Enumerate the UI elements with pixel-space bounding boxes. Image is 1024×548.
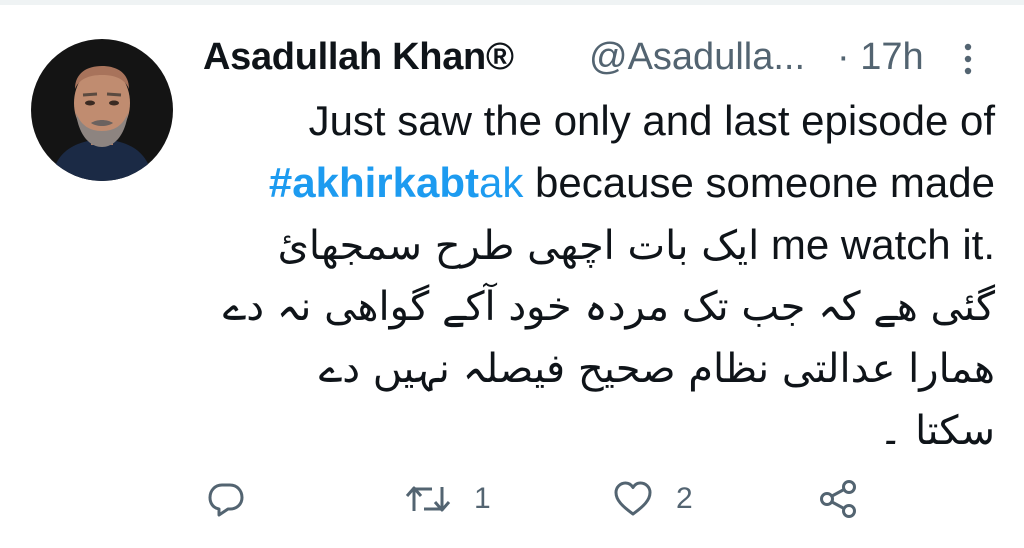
tweet-line-2: #akhirkabtak because someone made <box>268 159 995 206</box>
tweet-line-6: سکتا ۔ <box>878 408 995 454</box>
author-handle[interactable]: @Asadulla... <box>589 36 805 79</box>
tweet-line-3: ایک بات اچھی طرح سمجھائ me watch it. <box>203 214 995 276</box>
time-separator: · <box>837 36 850 78</box>
share-button[interactable] <box>818 466 860 532</box>
retweet-count: 1 <box>474 482 491 515</box>
urdu-text: ایک بات اچھی طرح سمجھائ <box>277 223 760 269</box>
english-text: me watch it. <box>770 221 995 268</box>
more-vertical-icon[interactable] <box>958 38 978 82</box>
reply-icon <box>208 483 244 517</box>
tweet-line-5: ھمارا عدالتی نظام صحیح فیصلہ نہیں دے <box>318 346 995 392</box>
share-icon <box>820 480 856 518</box>
tweet-text: Just saw the only and last episode of #a… <box>203 90 995 462</box>
hashtag-link[interactable]: #akhirkabtak <box>269 159 523 206</box>
author-display-name[interactable]: Asadullah Khan® <box>203 36 514 79</box>
retweet-icon <box>405 486 451 512</box>
retweet-button[interactable]: 1 <box>404 466 491 532</box>
reply-button[interactable] <box>206 466 246 532</box>
tweet-line-1: Just saw the only and last episode of <box>308 97 995 144</box>
top-divider <box>0 0 1024 5</box>
profile-photo-icon <box>31 39 173 181</box>
time-value: 17h <box>860 36 924 78</box>
heart-icon <box>614 481 652 516</box>
tweet-line-4: گئی ھے کہ جب تک مردہ خود آکے گواھی نہ دے <box>222 284 995 330</box>
like-button[interactable]: 2 <box>612 466 693 532</box>
like-count: 2 <box>676 482 693 515</box>
tweet-time[interactable]: · 17h <box>837 36 924 79</box>
tweet-actions: 1 2 <box>0 466 1024 532</box>
avatar[interactable] <box>31 39 173 181</box>
tweet-header: Asadullah Khan® @Asadulla... · 17h <box>203 30 993 90</box>
